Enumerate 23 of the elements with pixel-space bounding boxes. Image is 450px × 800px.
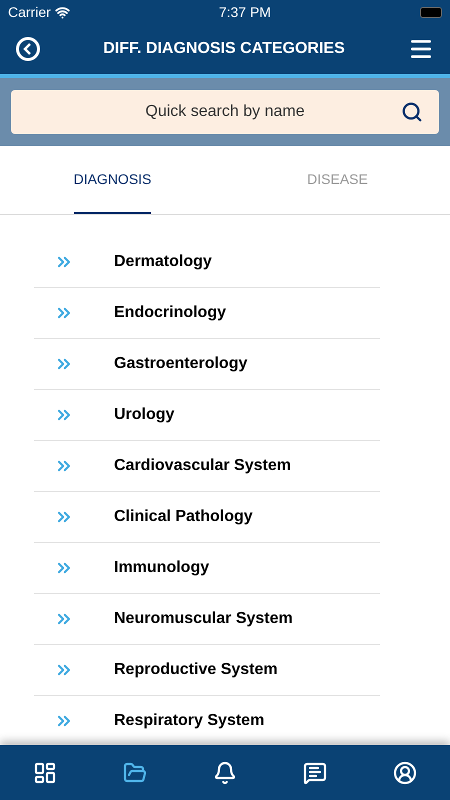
bell-icon[interactable] (213, 760, 237, 784)
category-item[interactable]: Dermatology (34, 237, 380, 288)
search-field[interactable]: Quick search by name (11, 90, 439, 134)
search-icon[interactable] (401, 101, 423, 123)
category-item[interactable]: Neuromuscular System (34, 594, 380, 645)
folder-icon[interactable] (123, 760, 147, 784)
category-item[interactable]: Clinical Pathology (34, 492, 380, 543)
category-item[interactable]: Cardiovascular System (34, 441, 380, 492)
status-time: 7:37 PM (218, 2, 271, 22)
tab[interactable]: DIAGNOSIS (0, 146, 225, 214)
profile-icon[interactable] (393, 760, 417, 784)
chevron-left-icon (23, 43, 33, 55)
category-item[interactable]: Urology (34, 390, 380, 441)
wifi-icon (54, 4, 70, 20)
battery-icon (420, 6, 442, 18)
category-item[interactable]: Immunology (34, 543, 380, 594)
category-item[interactable]: Reproductive System (34, 645, 380, 696)
category-item[interactable]: Endocrinology (34, 288, 380, 339)
back-button[interactable] (16, 37, 40, 61)
carrier-label: Carrier (8, 2, 51, 22)
category-item[interactable]: Gastroenterology (34, 339, 380, 390)
page-title: DIFF. DIAGNOSIS CATEGORIES (103, 39, 345, 59)
dashboard-icon[interactable] (33, 760, 57, 784)
